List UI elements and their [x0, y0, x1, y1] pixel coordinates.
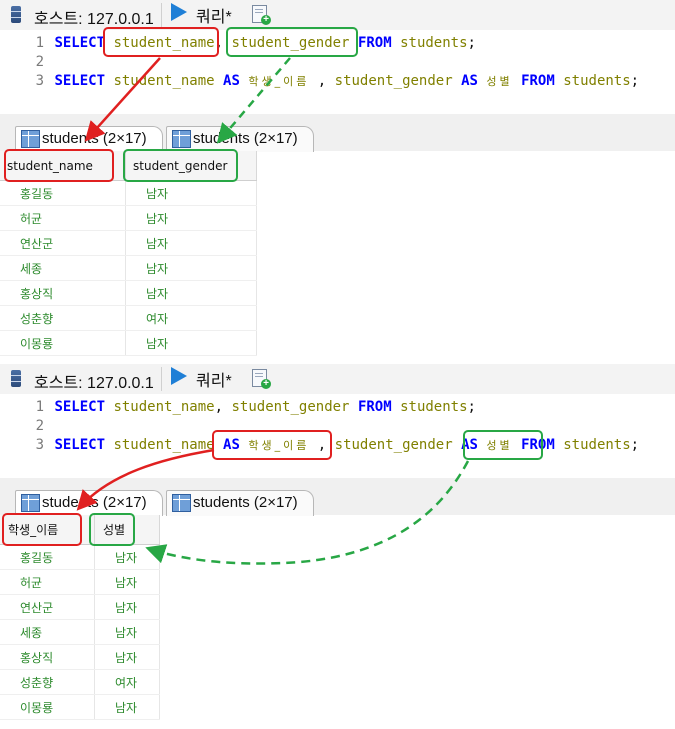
red-curved-arrow [76, 448, 215, 511]
annotation-arrows [76, 448, 470, 565]
screenshot-panel-1: 호스트: 127.0.0.1 쿼리* + 1 SELECT student_na… [0, 0, 675, 364]
annotation-arrows [84, 57, 291, 144]
red-arrow [84, 57, 161, 142]
screenshot-panel-2: 호스트: 127.0.0.1 쿼리* + 1 SELECT student_na… [0, 364, 675, 728]
green-dashed-curved-arrow [145, 460, 470, 565]
green-dashed-arrow [216, 57, 291, 144]
